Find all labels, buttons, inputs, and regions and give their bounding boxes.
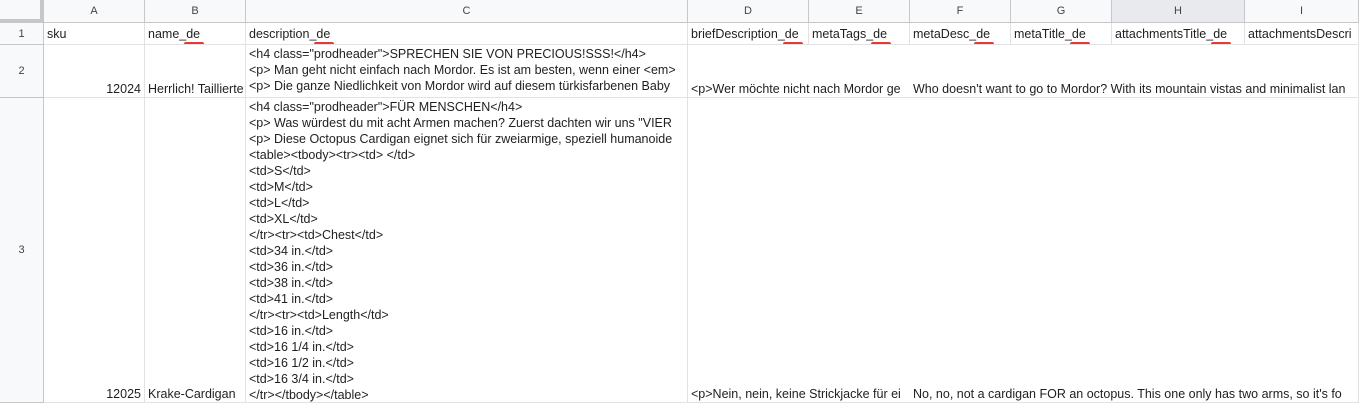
select-all-corner[interactable] — [0, 0, 44, 23]
column-header-i[interactable]: I — [1245, 0, 1359, 23]
cell-f1[interactable]: metaDesc_ de — [910, 23, 1011, 45]
row-header-3[interactable]: 3 — [0, 98, 44, 403]
cell-a1[interactable]: sku — [44, 23, 145, 45]
column-header-c[interactable]: C — [246, 0, 688, 23]
header-text: name_ — [148, 26, 187, 41]
spellcheck-underline-text: de — [871, 26, 891, 44]
cell-b1[interactable]: name_ de — [145, 23, 246, 45]
spellcheck-underline-text: de — [974, 26, 995, 44]
column-header-f[interactable]: F — [910, 0, 1011, 23]
cell-b2[interactable]: Herrlich! Taillierte — [145, 45, 246, 98]
cell-b3[interactable]: Krake-Cardigan — [145, 98, 246, 403]
column-header-b[interactable]: B — [145, 0, 246, 23]
brief-description-value: <p>Wer möchte nicht nach Mordor ge — [691, 82, 901, 96]
spellcheck-underline-text: de — [782, 26, 803, 44]
spellcheck-underline-text: de — [1069, 26, 1090, 44]
sku-value: 12024 — [106, 82, 141, 96]
cell-a2[interactable]: 12024 — [44, 45, 145, 98]
row-header-2[interactable]: 2 — [0, 45, 44, 98]
cell-i1[interactable]: attachmentsDescri — [1245, 23, 1359, 45]
cell-d2[interactable]: <p>Wer möchte nicht nach Mordor ge — [688, 45, 910, 98]
header-text: metaTags_ — [812, 26, 874, 41]
header-text: sku — [47, 26, 67, 41]
column-header-h[interactable]: H — [1112, 0, 1245, 23]
name-value: Krake-Cardigan — [148, 387, 236, 401]
column-header-a[interactable]: A — [44, 0, 145, 23]
header-text: metaTitle_ — [1014, 26, 1072, 41]
cell-d3[interactable]: <p>Nein, nein, keine Strickjacke für ei — [688, 98, 910, 403]
cell-f2[interactable]: Who doesn't want to go to Mordor? With i… — [910, 45, 1359, 98]
meta-description-value: No, no, not a cardigan FOR an octopus. T… — [913, 387, 1342, 401]
cell-c2[interactable]: <h4 class="prodheader">SPRECHEN SIE VON … — [246, 45, 688, 98]
cell-f3[interactable]: No, no, not a cardigan FOR an octopus. T… — [910, 98, 1359, 403]
column-header-e[interactable]: E — [809, 0, 910, 23]
header-text: metaDesc_ — [913, 26, 977, 41]
header-text: attachmentsTitle_ — [1115, 26, 1214, 41]
cell-c1[interactable]: description_ de — [246, 23, 688, 45]
cell-d1[interactable]: briefDescription_ de — [688, 23, 809, 45]
cell-h1[interactable]: attachmentsTitle_ de — [1112, 23, 1245, 45]
cell-c3[interactable]: <h4 class="prodheader">FÜR MENSCHEN</h4>… — [246, 98, 688, 403]
name-value: Herrlich! Taillierte — [148, 82, 244, 96]
cell-a3[interactable]: 12025 — [44, 98, 145, 403]
column-header-d[interactable]: D — [688, 0, 809, 23]
spellcheck-underline-text: de — [184, 26, 205, 44]
spellcheck-underline-text: de — [1211, 26, 1231, 44]
header-text: description_ — [249, 26, 317, 41]
sku-value: 12025 — [106, 387, 141, 401]
brief-description-value: <p>Nein, nein, keine Strickjacke für ei — [691, 387, 901, 401]
header-text: attachmentsDescri — [1248, 26, 1352, 41]
spreadsheet-grid: A B C D E F G H I 1 2 3 sku name_ de desc… — [0, 0, 1359, 403]
header-text: briefDescription_ — [691, 26, 785, 41]
cell-e1[interactable]: metaTags_ de — [809, 23, 910, 45]
meta-description-value: Who doesn't want to go to Mordor? With i… — [913, 82, 1346, 96]
spellcheck-underline-text: de — [314, 26, 335, 44]
column-header-g[interactable]: G — [1011, 0, 1112, 23]
cell-g1[interactable]: metaTitle_ de — [1011, 23, 1112, 45]
row-header-1[interactable]: 1 — [0, 23, 44, 45]
